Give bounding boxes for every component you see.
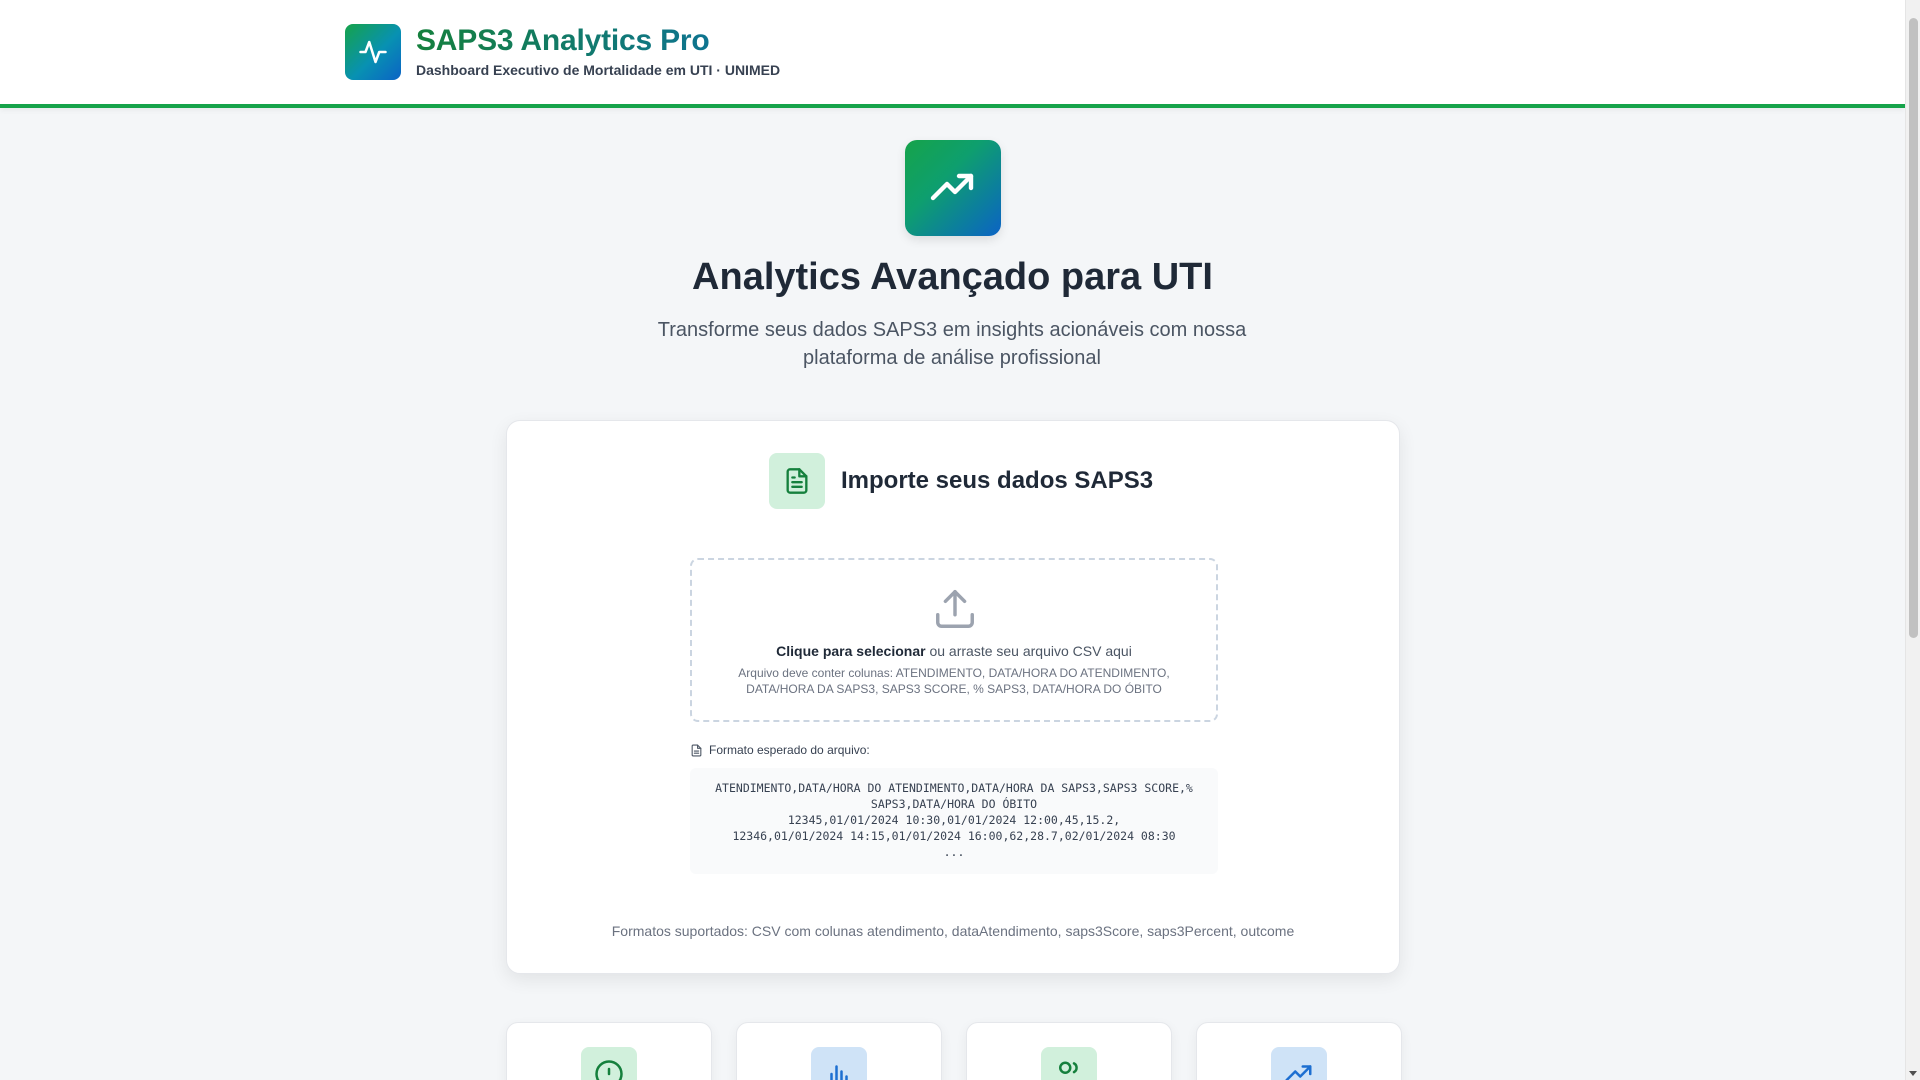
feature-card-charts <box>736 1022 942 1080</box>
dropzone-note: Arquivo deve conter colunas: ATENDIMENTO… <box>738 666 1170 696</box>
app-subtitle: Dashboard Executivo de Mortalidade em UT… <box>416 62 781 78</box>
select-file-link[interactable]: Clique para selecionar <box>776 643 925 659</box>
file-icon <box>691 744 702 756</box>
hero-icon-box <box>905 140 1001 236</box>
file-text-icon <box>786 468 808 494</box>
alert-circle-icon <box>595 1060 623 1080</box>
logo <box>345 24 401 80</box>
feature-icon-box <box>1271 1047 1327 1080</box>
hero-description: Transforme seus dados SAPS3 em insights … <box>657 319 1247 369</box>
app-title: SAPS3 Analytics Pro <box>416 24 710 57</box>
scrollbar-thumb[interactable] <box>1909 18 1918 638</box>
feature-card-alerts <box>506 1022 712 1080</box>
code-line: 12346,01/01/2024 14:15,01/01/2024 16:00,… <box>732 829 1176 843</box>
import-card: Importe seus dados SAPS3 Clique para sel… <box>506 420 1400 974</box>
upload-icon <box>936 590 974 628</box>
scroll-down-arrow-icon[interactable] <box>1909 1071 1917 1076</box>
dropzone-instruction-rest: ou arraste seu arquivo CSV aqui <box>925 643 1132 659</box>
bar-chart-icon <box>830 1065 848 1080</box>
app-header: SAPS3 Analytics Pro Dashboard Executivo … <box>0 0 1905 108</box>
activity-pulse-icon <box>359 40 387 64</box>
dropzone-instruction: Clique para selecionar ou arraste seu ar… <box>692 643 1216 659</box>
trending-up-icon <box>1285 1065 1312 1080</box>
hero-title: Analytics Avançado para UTI <box>692 256 1213 298</box>
code-line: ... <box>943 845 965 859</box>
users-icon <box>1059 1061 1078 1074</box>
supported-formats: Formatos suportados: CSV com colunas ate… <box>611 923 1295 939</box>
code-line: 12345,01/01/2024 10:30,01/01/2024 12:00,… <box>787 813 1121 827</box>
feature-icon-box <box>1041 1047 1097 1080</box>
format-label-text: Formato esperado do arquivo: <box>709 743 870 757</box>
page-scrollbar[interactable] <box>1905 0 1920 1080</box>
feature-card-trends <box>1196 1022 1402 1080</box>
feature-icon-box <box>581 1047 637 1080</box>
format-label: Formato esperado do arquivo: <box>690 743 870 757</box>
card-icon-box <box>769 453 825 509</box>
csv-dropzone[interactable]: Clique para selecionar ou arraste seu ar… <box>690 558 1218 722</box>
format-example-code: ATENDIMENTO,DATA/HORA DO ATENDIMENTO,DAT… <box>690 768 1218 874</box>
feature-card-patients <box>966 1022 1172 1080</box>
code-line: SAPS3,DATA/HORA DO ÓBITO <box>870 797 1038 811</box>
code-line: ATENDIMENTO,DATA/HORA DO ATENDIMENTO,DAT… <box>715 781 1193 795</box>
import-card-title: Importe seus dados SAPS3 <box>841 467 1154 494</box>
trending-up-icon <box>930 173 974 201</box>
feature-icon-box <box>811 1047 867 1080</box>
